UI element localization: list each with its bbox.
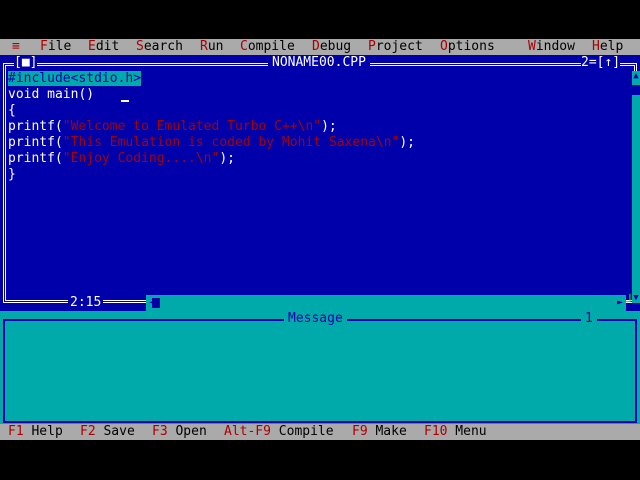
editor-frame: [3, 63, 637, 303]
text-cursor: [121, 100, 129, 102]
scroll-right-icon[interactable]: ►: [614, 295, 626, 311]
resize-corner-icon[interactable]: ┘: [626, 295, 636, 311]
status-open[interactable]: F3 Open: [152, 424, 207, 440]
cursor-position: 2:15: [68, 295, 104, 311]
editor-title: NONAME00.CPP: [268, 55, 370, 71]
message-window-number: 1: [581, 311, 597, 327]
code-line[interactable]: printf("Enjoy Coding....\n");: [8, 151, 235, 167]
message-window: Message 1: [0, 311, 640, 424]
code-line[interactable]: }: [8, 167, 16, 183]
code-line[interactable]: printf("This Emulation is coded by Mohit…: [8, 135, 415, 151]
menu-window[interactable]: Window: [528, 39, 575, 55]
menu-run[interactable]: Run: [200, 39, 223, 55]
window-number-zoom-icon[interactable]: 2=[↑]: [581, 55, 621, 71]
code-line[interactable]: printf("Welcome to Emulated Turbo C++\n"…: [8, 119, 337, 135]
status-save[interactable]: F2 Save: [80, 424, 135, 440]
menu-search[interactable]: Search: [136, 39, 183, 55]
close-box-icon[interactable]: [■]: [14, 55, 38, 71]
menu-options[interactable]: Options: [440, 39, 495, 55]
menu-project[interactable]: Project: [368, 39, 423, 55]
status-make[interactable]: F9 Make: [352, 424, 407, 440]
editor-window: [■] NONAME00.CPP 2=[↑] #include<stdio.h>…: [0, 55, 640, 311]
vertical-scrollbar[interactable]: [632, 71, 640, 303]
code-line[interactable]: {: [8, 103, 16, 119]
message-title: Message: [284, 311, 347, 327]
horizontal-scroll-thumb[interactable]: [152, 298, 160, 308]
code-line[interactable]: #include<stdio.h>: [8, 71, 142, 87]
horizontal-scrollbar[interactable]: [146, 295, 626, 311]
status-bar: F1 Help F2 Save F3 Open Alt-F9 Compile F…: [0, 424, 640, 440]
menu-compile[interactable]: Compile: [240, 39, 295, 55]
menu-bar: ≡ File Edit Search Run Compile Debug Pro…: [0, 39, 640, 55]
menu-help[interactable]: Help: [592, 39, 623, 55]
code-line[interactable]: void main(): [8, 87, 94, 103]
status-compile[interactable]: Alt-F9 Compile: [224, 424, 334, 440]
menu-file[interactable]: File: [40, 39, 71, 55]
menu-debug[interactable]: Debug: [312, 39, 351, 55]
status-help[interactable]: F1 Help: [8, 424, 63, 440]
vertical-scroll-thumb[interactable]: [632, 85, 640, 95]
scroll-up-icon[interactable]: ▲: [632, 71, 640, 81]
message-frame: [3, 319, 637, 423]
menu-edit[interactable]: Edit: [88, 39, 119, 55]
status-menu[interactable]: F10 Menu: [424, 424, 487, 440]
system-menu-icon[interactable]: ≡: [12, 39, 20, 55]
